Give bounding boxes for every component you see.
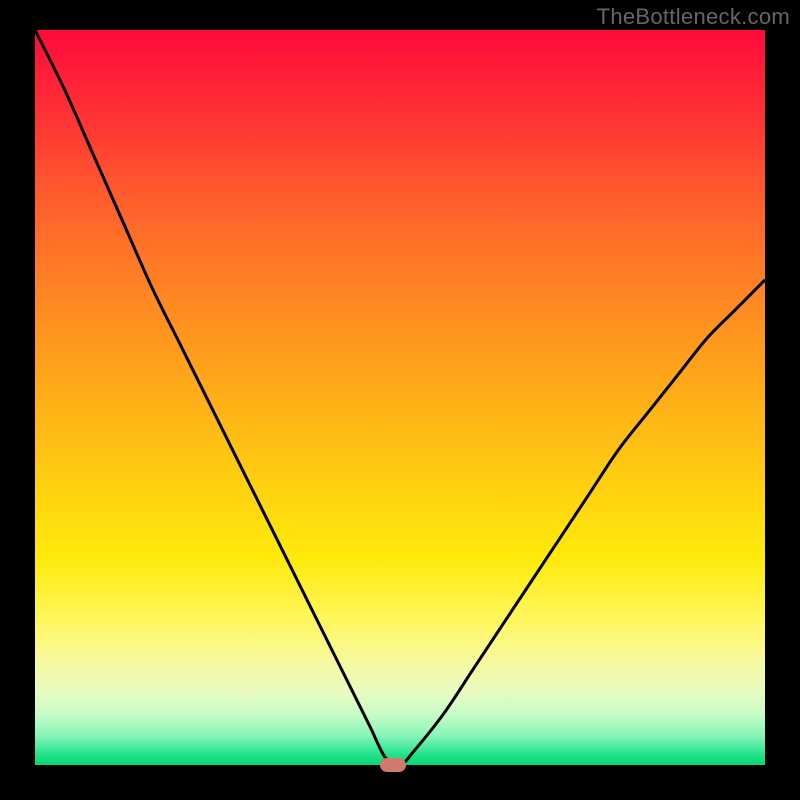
watermark-text: TheBottleneck.com <box>597 4 790 30</box>
bottleneck-curve <box>35 30 765 765</box>
minimum-marker <box>380 758 406 772</box>
plot-area <box>35 30 765 765</box>
chart-frame: TheBottleneck.com <box>0 0 800 800</box>
curve-path <box>35 30 765 765</box>
